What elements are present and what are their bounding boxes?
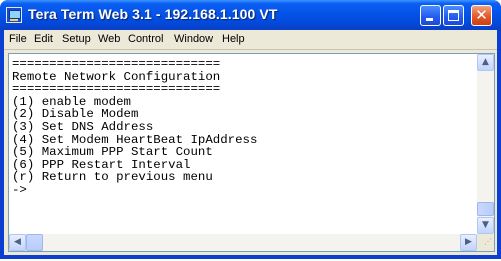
menu-web[interactable]: Web	[98, 33, 120, 45]
maximize-button[interactable]	[443, 5, 464, 26]
close-icon: ✕	[475, 6, 488, 24]
maximize-icon	[448, 10, 459, 21]
monitor-base-shape	[10, 19, 18, 21]
minimize-button[interactable]	[420, 5, 441, 26]
close-button[interactable]: ✕	[471, 5, 492, 26]
minimize-icon	[426, 18, 433, 21]
window-title: Tera Term Web 3.1 - 192.168.1.100 VT	[28, 6, 278, 22]
terminal-line: ============================	[12, 82, 221, 97]
chevron-left-icon: ◀	[14, 237, 21, 247]
horizontal-scroll-thumb[interactable]	[26, 234, 43, 251]
terminal-frame: ============================ Remote Netw…	[8, 53, 495, 252]
chevron-up-icon: ▲	[482, 57, 489, 67]
menu-edit[interactable]: Edit	[34, 33, 53, 45]
title-bar[interactable]: Tera Term Web 3.1 - 192.168.1.100 VT ✕	[0, 0, 501, 30]
horizontal-scrollbar[interactable]: ◀ ▶	[9, 234, 477, 251]
window-client-area: File Edit Setup Web Control Window Help …	[4, 30, 497, 255]
menu-control[interactable]: Control	[128, 33, 163, 45]
menu-option-5: (5) Maximum PPP Start Count	[12, 145, 213, 160]
app-window: Tera Term Web 3.1 - 192.168.1.100 VT ✕ F…	[0, 0, 501, 259]
resize-grip-icon: ⋰	[484, 237, 492, 246]
scroll-right-button[interactable]: ▶	[460, 234, 477, 251]
size-grip[interactable]: ⋰	[477, 234, 494, 251]
chevron-right-icon: ▶	[465, 237, 472, 247]
vertical-scroll-thumb[interactable]	[477, 202, 494, 216]
scroll-up-button[interactable]: ▲	[477, 54, 494, 71]
terminal-line: ============================	[12, 57, 221, 71]
scroll-down-button[interactable]: ▼	[477, 217, 494, 234]
terminal-screen[interactable]: ============================ Remote Netw…	[9, 54, 477, 234]
terminal-prompt: ->	[12, 182, 27, 197]
menu-option-return: (r) Return to previous menu	[12, 170, 213, 185]
chevron-down-icon: ▼	[482, 220, 489, 230]
menu-bar: File Edit Setup Web Control Window Help	[4, 30, 497, 50]
menu-help[interactable]: Help	[222, 33, 245, 45]
vertical-scrollbar[interactable]: ▲ ▼	[477, 54, 494, 234]
menu-option-3: (3) Set DNS Address	[12, 119, 154, 134]
menu-setup[interactable]: Setup	[62, 33, 91, 45]
scroll-left-button[interactable]: ◀	[9, 234, 26, 251]
menu-file[interactable]: File	[9, 33, 27, 45]
terminal-app-icon[interactable]	[6, 7, 22, 23]
menu-window[interactable]: Window	[174, 33, 213, 45]
monitor-screen-shape	[9, 10, 21, 19]
